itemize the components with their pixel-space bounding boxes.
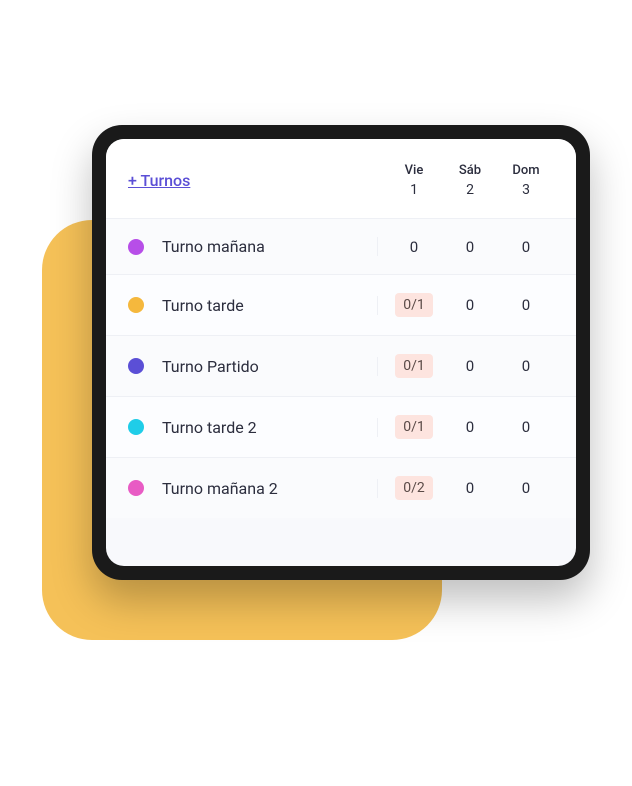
cell-value: 0 xyxy=(410,238,418,256)
day-cells: 0/1 0 0 xyxy=(386,354,554,378)
cell-value: 0 xyxy=(466,357,474,375)
day-cell[interactable]: 0/1 xyxy=(386,293,442,317)
day-name: Vie xyxy=(386,163,442,178)
day-cell[interactable]: 0 xyxy=(498,354,554,378)
color-dot-icon xyxy=(128,480,144,496)
day-header-sab: Sáb 2 xyxy=(442,163,498,198)
day-num: 3 xyxy=(498,182,554,198)
day-name: Dom xyxy=(498,163,554,178)
table-header: + Turnos Vie 1 Sáb 2 Dom 3 xyxy=(106,139,576,218)
cell-value: 0 xyxy=(522,296,530,314)
color-dot-icon xyxy=(128,239,144,255)
shift-label-area: Turno Partido xyxy=(128,357,378,376)
add-shifts-link[interactable]: + Turnos xyxy=(128,171,386,190)
color-dot-icon xyxy=(128,419,144,435)
shift-label-area: Turno mañana 2 xyxy=(128,479,378,498)
cell-value: 0 xyxy=(522,238,530,256)
shift-name: Turno mañana xyxy=(162,237,265,256)
shift-row[interactable]: Turno mañana 2 0/2 0 0 xyxy=(106,457,576,518)
shift-label-area: Turno mañana xyxy=(128,237,378,256)
day-cell[interactable]: 0 xyxy=(442,293,498,317)
day-name: Sáb xyxy=(442,163,498,178)
day-cell[interactable]: 0 xyxy=(386,238,442,256)
day-cell[interactable]: 0 xyxy=(498,476,554,500)
cell-value: 0 xyxy=(466,296,474,314)
day-cell[interactable]: 0 xyxy=(442,415,498,439)
day-num: 1 xyxy=(386,182,442,198)
day-cell[interactable]: 0 xyxy=(442,476,498,500)
understaffed-badge: 0/1 xyxy=(395,293,433,317)
cell-value: 0 xyxy=(466,238,474,256)
shift-name: Turno tarde xyxy=(162,296,244,315)
day-cells: 0/1 0 0 xyxy=(386,293,554,317)
day-cell[interactable]: 0 xyxy=(498,415,554,439)
day-cell[interactable]: 0 xyxy=(498,293,554,317)
day-cell[interactable]: 0/1 xyxy=(386,415,442,439)
understaffed-badge: 0/1 xyxy=(395,415,433,439)
day-cells: 0 0 0 xyxy=(386,238,554,256)
color-dot-icon xyxy=(128,297,144,313)
shift-name: Turno mañana 2 xyxy=(162,479,278,498)
shift-row[interactable]: Turno mañana 0 0 0 xyxy=(106,218,576,274)
shift-row[interactable]: Turno Partido 0/1 0 0 xyxy=(106,335,576,396)
shift-label-area: Turno tarde xyxy=(128,296,378,315)
day-header-dom: Dom 3 xyxy=(498,163,554,198)
tablet-frame: + Turnos Vie 1 Sáb 2 Dom 3 Turno mañana 0… xyxy=(92,125,590,580)
day-cell[interactable]: 0/1 xyxy=(386,354,442,378)
shift-row[interactable]: Turno tarde 0/1 0 0 xyxy=(106,274,576,335)
day-cells: 0/1 0 0 xyxy=(386,415,554,439)
color-dot-icon xyxy=(128,358,144,374)
day-num: 2 xyxy=(442,182,498,198)
day-cells: 0/2 0 0 xyxy=(386,476,554,500)
shift-name: Turno tarde 2 xyxy=(162,418,257,437)
day-header-vie: Vie 1 xyxy=(386,163,442,198)
day-cell[interactable]: 0 xyxy=(442,354,498,378)
cell-value: 0 xyxy=(466,418,474,436)
day-cell[interactable]: 0 xyxy=(498,238,554,256)
cell-value: 0 xyxy=(522,357,530,375)
understaffed-badge: 0/1 xyxy=(395,354,433,378)
shift-row[interactable]: Turno tarde 2 0/1 0 0 xyxy=(106,396,576,457)
cell-value: 0 xyxy=(522,418,530,436)
shifts-body: Turno mañana000Turno tarde0/100Turno Par… xyxy=(106,218,576,518)
understaffed-badge: 0/2 xyxy=(395,476,433,500)
shift-name: Turno Partido xyxy=(162,357,259,376)
cell-value: 0 xyxy=(522,479,530,497)
day-cell[interactable]: 0 xyxy=(442,238,498,256)
day-headers: Vie 1 Sáb 2 Dom 3 xyxy=(386,163,554,198)
day-cell[interactable]: 0/2 xyxy=(386,476,442,500)
cell-value: 0 xyxy=(466,479,474,497)
tablet-screen: + Turnos Vie 1 Sáb 2 Dom 3 Turno mañana 0… xyxy=(106,139,576,566)
shift-label-area: Turno tarde 2 xyxy=(128,418,378,437)
